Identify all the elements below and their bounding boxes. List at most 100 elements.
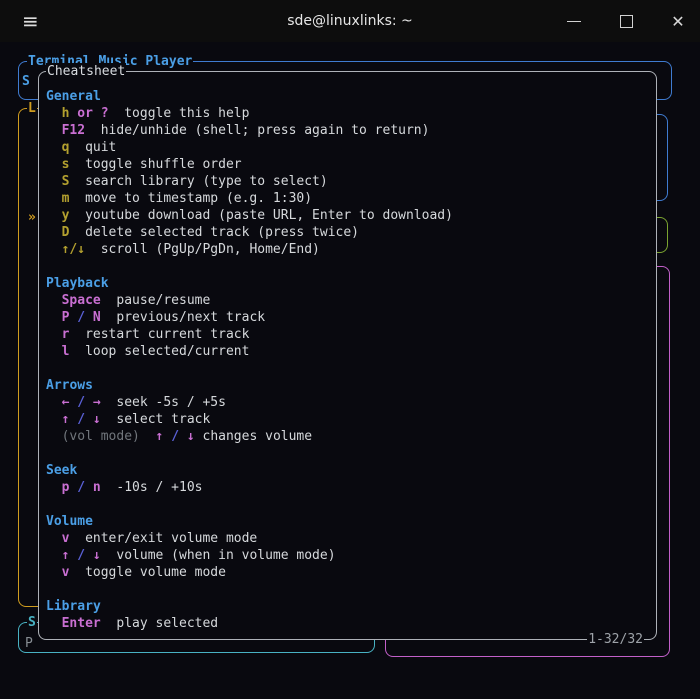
cheatsheet-token: toggle shuffle order bbox=[69, 157, 242, 172]
cheatsheet-row bbox=[46, 581, 652, 598]
cheatsheet-row: ↑ / ↓ select track bbox=[46, 411, 652, 428]
cheatsheet-row: General bbox=[46, 88, 652, 105]
cheatsheet-row: Seek bbox=[46, 462, 652, 479]
library-panel-title: L bbox=[27, 100, 37, 117]
cheatsheet-row bbox=[46, 360, 652, 377]
cheatsheet-token bbox=[163, 429, 171, 444]
cheatsheet-token: seek -5s / +5s bbox=[100, 395, 226, 410]
cheatsheet-token: F12 bbox=[61, 123, 86, 138]
cheatsheet-token: changes volume bbox=[194, 429, 313, 444]
cheatsheet-row: h or ? toggle this help bbox=[46, 105, 652, 122]
cheatsheet-row: S search library (type to select) bbox=[46, 173, 652, 190]
cheatsheet-token: / bbox=[77, 548, 86, 563]
cheatsheet-token: (vol mode) bbox=[61, 429, 140, 444]
cheatsheet-token: ? bbox=[100, 106, 109, 121]
cheatsheet-row: Enter play selected bbox=[46, 615, 652, 632]
status-panel-content: P bbox=[25, 636, 33, 651]
cheatsheet-token: delete selected track (press twice) bbox=[69, 225, 360, 240]
cheatsheet-token: / bbox=[77, 480, 86, 495]
cheatsheet-row: ↑ / ↓ volume (when in volume mode) bbox=[46, 547, 652, 564]
cheatsheet-token bbox=[93, 106, 101, 121]
close-icon: ✕ bbox=[671, 11, 685, 31]
cheatsheet-token bbox=[85, 395, 93, 410]
cheatsheet-token: play selected bbox=[100, 616, 219, 631]
cheatsheet-token: ↑/↓ bbox=[61, 242, 86, 257]
maximize-button[interactable] bbox=[612, 7, 640, 35]
cheatsheet-row: l loop selected/current bbox=[46, 343, 652, 360]
cheatsheet-token: ↓ bbox=[92, 548, 101, 563]
cheatsheet-row: v enter/exit volume mode bbox=[46, 530, 652, 547]
cheatsheet-token: loop selected/current bbox=[69, 344, 250, 359]
cheatsheet-token: N bbox=[92, 310, 101, 325]
cheatsheet-token: / bbox=[77, 395, 86, 410]
cheatsheet-token: pause/resume bbox=[100, 293, 211, 308]
close-button[interactable]: ✕ bbox=[664, 7, 692, 35]
cheatsheet-row: Volume bbox=[46, 513, 652, 530]
cheatsheet-token: -10s / +10s bbox=[100, 480, 203, 495]
cheatsheet-overlay: Cheatsheet General h or ? toggle this hel… bbox=[38, 63, 657, 648]
titlebar: ≡ sde@linuxlinks: ~ ✕ bbox=[0, 0, 700, 42]
cheatsheet-token: Arrows bbox=[46, 378, 93, 393]
cheatsheet-row: s toggle shuffle order bbox=[46, 156, 652, 173]
cheatsheet-token: / bbox=[77, 412, 86, 427]
cheatsheet-row: r restart current track bbox=[46, 326, 652, 343]
cheatsheet-token: enter/exit volume mode bbox=[69, 531, 258, 546]
cheatsheet-row bbox=[46, 496, 652, 513]
cheatsheet-row: Space pause/resume bbox=[46, 292, 652, 309]
selected-track-marker: » bbox=[28, 210, 36, 225]
cheatsheet-row bbox=[46, 258, 652, 275]
window-controls: ✕ bbox=[560, 0, 692, 42]
cheatsheet-row: Library bbox=[46, 598, 652, 615]
cheatsheet-title: Cheatsheet bbox=[46, 63, 127, 80]
cheatsheet-row: ← / → seek -5s / +5s bbox=[46, 394, 652, 411]
cheatsheet-row: m move to timestamp (e.g. 1:30) bbox=[46, 190, 652, 207]
cheatsheet-token: quit bbox=[69, 140, 117, 155]
cheatsheet-token: restart current track bbox=[69, 327, 250, 342]
cheatsheet-token: → bbox=[92, 395, 101, 410]
cheatsheet-token: Playback bbox=[46, 276, 109, 291]
cheatsheet-token bbox=[140, 429, 156, 444]
cheatsheet-token: Enter bbox=[61, 616, 101, 631]
minimize-button[interactable] bbox=[560, 7, 588, 35]
cheatsheet-token bbox=[85, 480, 93, 495]
cheatsheet-token bbox=[179, 429, 187, 444]
cheatsheet-token: volume (when in volume mode) bbox=[100, 548, 336, 563]
cheatsheet-token: search library (type to select) bbox=[69, 174, 328, 189]
cheatsheet-row: y youtube download (paste URL, Enter to … bbox=[46, 207, 652, 224]
cheatsheet-row: ↑/↓ scroll (PgUp/PgDn, Home/End) bbox=[46, 241, 652, 258]
cheatsheet-token bbox=[85, 548, 93, 563]
cheatsheet-token: Seek bbox=[46, 463, 78, 478]
cheatsheet-row: F12 hide/unhide (shell; press again to r… bbox=[46, 122, 652, 139]
cheatsheet-token: n bbox=[92, 480, 101, 495]
cheatsheet-row: Arrows bbox=[46, 377, 652, 394]
status-panel-title: S bbox=[27, 614, 37, 631]
cheatsheet-token: General bbox=[46, 89, 101, 104]
cheatsheet-row: q quit bbox=[46, 139, 652, 156]
cheatsheet-rows: General h or ? toggle this help F12 hide/u… bbox=[46, 88, 652, 632]
cheatsheet-token: scroll (PgUp/PgDn, Home/End) bbox=[85, 242, 320, 257]
cheatsheet-token: Volume bbox=[46, 514, 93, 529]
cheatsheet-token: / bbox=[171, 429, 180, 444]
cheatsheet-token: toggle this help bbox=[108, 106, 250, 121]
cheatsheet-token: youtube download (paste URL, Enter to do… bbox=[69, 208, 453, 223]
cheatsheet-row: v toggle volume mode bbox=[46, 564, 652, 581]
cheatsheet-token: Library bbox=[46, 599, 101, 614]
cheatsheet-token: Space bbox=[61, 293, 101, 308]
cheatsheet-token bbox=[85, 310, 93, 325]
cheatsheet-row: P / N previous/next track bbox=[46, 309, 652, 326]
cheatsheet-token: toggle volume mode bbox=[69, 565, 226, 580]
terminal-window: ≡ sde@linuxlinks: ~ ✕ Terminal Music Pla… bbox=[0, 0, 700, 699]
cheatsheet-token: ↓ bbox=[92, 412, 101, 427]
cheatsheet-row: D delete selected track (press twice) bbox=[46, 224, 652, 241]
cheatsheet-row bbox=[46, 445, 652, 462]
player-panel-content: S bbox=[22, 74, 30, 89]
cheatsheet-token: hide/unhide (shell; press again to retur… bbox=[85, 123, 430, 138]
cheatsheet-token: select track bbox=[100, 412, 211, 427]
cheatsheet-token: or bbox=[77, 106, 93, 121]
cheatsheet-scroll-counter: 1-32/32 bbox=[587, 631, 644, 648]
cheatsheet-row: (vol mode) ↑ / ↓ changes volume bbox=[46, 428, 652, 445]
cheatsheet-token: previous/next track bbox=[100, 310, 266, 325]
cheatsheet-token: move to timestamp (e.g. 1:30) bbox=[69, 191, 313, 206]
cheatsheet-row: Playback bbox=[46, 275, 652, 292]
maximize-icon bbox=[619, 14, 633, 28]
